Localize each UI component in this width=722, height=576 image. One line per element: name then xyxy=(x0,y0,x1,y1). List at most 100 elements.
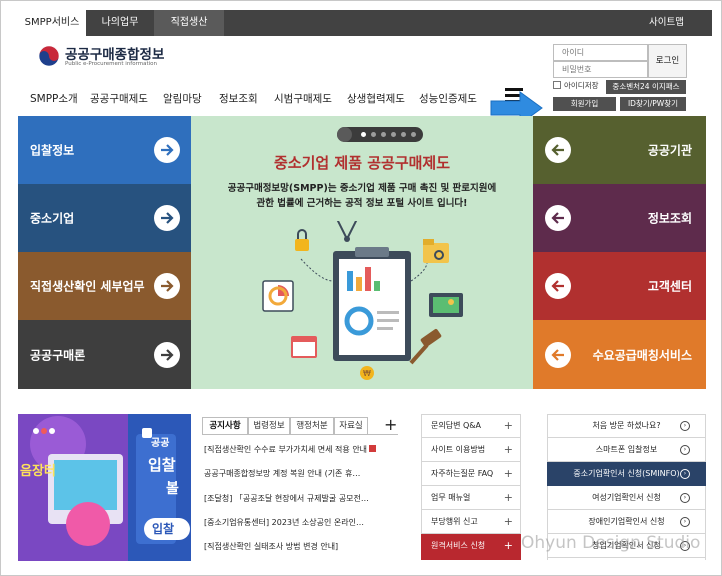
nav-cooperation[interactable]: 상생협력제도 xyxy=(347,91,405,106)
disabled-cert-link[interactable]: 장애인기업확인서 신청 › xyxy=(547,510,706,534)
arrow-right-icon xyxy=(154,341,180,368)
plus-icon: + xyxy=(503,491,513,504)
tile-public-institution[interactable]: 공공기관 xyxy=(533,116,706,184)
arrow-left-icon xyxy=(545,137,571,163)
logo-subtitle: Public e-Procurement information xyxy=(65,61,158,67)
remote-service-label: 원격서비스 신청 xyxy=(431,541,486,550)
tile-matching-service-label: 수요공급매칭서비스 xyxy=(592,348,692,362)
notice-item[interactable]: 공공구매종합정보망 계정 복원 안내 (기존 휴… xyxy=(204,468,394,479)
login-button[interactable]: 로그인 xyxy=(648,44,687,78)
tile-public-purchase-label: 공공구매론 xyxy=(30,348,86,362)
remember-id-label: 아이디저장 xyxy=(564,81,599,90)
banner-text-mid: 입찰 xyxy=(148,456,176,474)
remember-id-checkbox[interactable]: 아이디저장 xyxy=(553,80,599,91)
nav-public-purchase[interactable]: 공공구매제도 xyxy=(90,91,148,106)
slider-pause-icon[interactable] xyxy=(337,127,352,142)
faq-link[interactable]: 자주하는질문 FAQ + xyxy=(421,462,521,486)
tile-sme[interactable]: 중소기업 xyxy=(18,184,191,252)
checkbox-icon[interactable] xyxy=(553,81,561,89)
go-circle-icon: › xyxy=(680,421,690,431)
slider-dot[interactable] xyxy=(371,132,376,137)
site-guide-link[interactable]: 사이트 이용방법 + xyxy=(421,438,521,462)
notice-more-button[interactable]: + xyxy=(384,415,397,434)
procurement-illustration-icon: ₩ xyxy=(262,221,463,380)
tab-notice[interactable]: 공지사항 xyxy=(202,417,248,435)
tab-direct-production[interactable]: 직접생산 xyxy=(154,10,224,36)
password-input[interactable] xyxy=(553,61,648,78)
qa-label: 문의답변 Q&A xyxy=(431,421,481,430)
tile-bid-info[interactable]: 입찰정보 xyxy=(18,116,191,184)
plus-icon: + xyxy=(503,515,513,528)
banner-text-side: 음장터 xyxy=(20,464,56,479)
svg-text:₩: ₩ xyxy=(363,369,371,378)
nav-notice[interactable]: 알림마당 xyxy=(163,91,202,106)
qa-link[interactable]: 문의답변 Q&A + xyxy=(421,414,521,438)
notice-item-text: [직접생산확인 수수료 부가가치세 면세 적용 안내 xyxy=(204,445,368,454)
banner-text-top: 공공 xyxy=(151,438,170,449)
nav-performance-cert[interactable]: 성능인증제도 xyxy=(419,91,477,106)
banner-button[interactable]: 입찰 xyxy=(144,518,190,540)
arrow-left-icon xyxy=(545,341,571,368)
report-link[interactable]: 부당행위 신고 + xyxy=(421,510,521,534)
notice-item[interactable]: [직접생산확인 수수료 부가가치세 면세 적용 안내 xyxy=(204,444,394,455)
mobile-bid-link[interactable]: 스마트폰 입찰정보 › xyxy=(547,438,706,462)
notice-item[interactable]: [직접생산확인 실태조사 방법 변경 안내] xyxy=(204,541,394,552)
slider-dot[interactable] xyxy=(401,132,406,137)
notice-item[interactable]: [중소기업유통센터] 2023년 소상공인 온라인… xyxy=(204,517,394,528)
tile-direct-production-label: 직접생산확인 세부업무 xyxy=(30,279,145,294)
tile-public-purchase[interactable]: 공공구매론 xyxy=(18,320,191,389)
slider-dot[interactable] xyxy=(361,132,366,137)
notice-divider xyxy=(202,434,398,435)
tile-info-search-label: 정보조회 xyxy=(647,211,692,226)
sme-cert-link[interactable]: 중소기업확인서 신청(SMINFO) › xyxy=(547,462,706,486)
tile-direct-production[interactable]: 직접생산확인 세부업무 xyxy=(18,252,191,320)
tile-customer-center[interactable]: 고객센터 xyxy=(533,252,706,320)
find-id-pw-button[interactable]: ID찾기/PW찾기 xyxy=(620,97,686,111)
arrow-left-icon xyxy=(545,205,571,231)
sitemap-link[interactable]: 사이트맵 xyxy=(649,10,684,36)
tab-admin-disposal[interactable]: 행정처분 xyxy=(290,417,334,435)
venture24-easypass-button[interactable]: 중소벤처24 이지패스 xyxy=(606,80,686,94)
remote-service-link[interactable]: 원격서비스 신청 + xyxy=(421,534,521,560)
faq-label: 자주하는질문 FAQ xyxy=(431,469,494,478)
nav-info-search[interactable]: 정보조회 xyxy=(219,91,258,106)
new-badge-icon xyxy=(369,445,377,452)
report-label: 부당행위 신고 xyxy=(431,517,478,526)
nav-smpp-intro[interactable]: SMPP소개 xyxy=(30,91,78,106)
tab-archive[interactable]: 자료실 xyxy=(334,417,368,435)
promo-banner[interactable]: 공공 입찰 볼 음장터 입찰 xyxy=(18,414,191,561)
go-circle-icon: › xyxy=(680,493,690,503)
top-bar: SMPP서비스 나의업무 직접생산 사이트맵 xyxy=(18,10,712,36)
tab-law-info[interactable]: 법령정보 xyxy=(248,417,290,435)
hero-panel: 중소기업 제품 공공구매제도 공공구매정보망(SMPP)는 중소기업 제품 구매… xyxy=(191,116,533,389)
women-cert-link[interactable]: 여성기업확인서 신청 › xyxy=(547,486,706,510)
tile-public-institution-label: 공공기관 xyxy=(647,143,692,158)
slider-dot[interactable] xyxy=(391,132,396,137)
tile-matching-service[interactable]: 수요공급매칭서비스 xyxy=(533,320,706,389)
first-visit-link[interactable]: 처음 방문 하셨나요? › xyxy=(547,414,706,438)
signup-button[interactable]: 회원가입 xyxy=(553,97,616,111)
nav-pilot-purchase[interactable]: 시범구매제도 xyxy=(274,91,332,106)
manual-label: 업무 매뉴얼 xyxy=(431,493,471,502)
logo-title: 공공구매종합정보 xyxy=(65,47,165,63)
taegeuk-emblem-icon xyxy=(38,45,60,67)
slider-dot[interactable] xyxy=(381,132,386,137)
tab-my-work[interactable]: 나의업무 xyxy=(86,10,154,36)
slider-dot[interactable] xyxy=(411,132,416,137)
sme-cert-label: 중소기업확인서 신청(SMINFO) xyxy=(573,469,680,478)
go-circle-icon: › xyxy=(680,445,690,455)
women-cert-label: 여성기업확인서 신청 xyxy=(592,493,661,502)
go-circle-icon: › xyxy=(680,517,690,527)
plus-icon: + xyxy=(503,443,513,456)
id-input[interactable] xyxy=(553,44,648,61)
manual-link[interactable]: 업무 매뉴얼 + xyxy=(421,486,521,510)
tile-customer-center-label: 고객센터 xyxy=(647,279,692,294)
tile-bid-info-label: 입찰정보 xyxy=(30,143,75,158)
plus-icon: + xyxy=(503,467,513,480)
notice-item[interactable]: [조달청] 「공공조달 현장에서 규제발굴 공모전… xyxy=(204,493,394,504)
go-circle-icon: › xyxy=(680,469,690,479)
tile-info-search[interactable]: 정보조회 xyxy=(533,184,706,252)
hero-title: 중소기업 제품 공공구매제도 xyxy=(273,154,451,172)
tab-smpp-service[interactable]: SMPP서비스 xyxy=(18,10,86,36)
arrow-right-icon xyxy=(154,273,180,299)
